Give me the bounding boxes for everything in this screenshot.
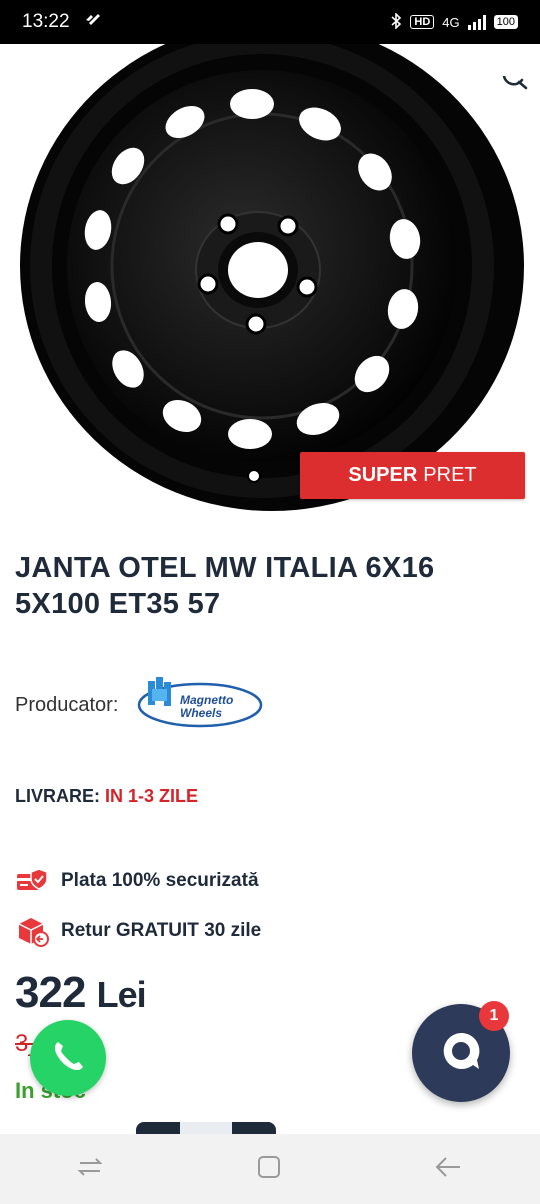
hd-indicator: HD	[410, 15, 435, 29]
price-value: 322	[15, 968, 86, 1017]
chat-bubble-icon	[439, 1029, 483, 1078]
feature-secure-payment: Plata 100% securizată	[15, 864, 259, 898]
whatsapp-button[interactable]	[30, 1020, 106, 1096]
nav-home-icon[interactable]	[256, 1154, 282, 1185]
brand-logo[interactable]: Magnetto Wheels	[136, 676, 264, 735]
app-notification-icon	[84, 11, 102, 33]
battery-indicator: 100	[493, 15, 518, 29]
brand-line2: Wheels	[180, 706, 222, 720]
chat-unread-badge: 1	[479, 1001, 509, 1031]
delivery-value: IN 1-3 ZILE	[105, 786, 199, 806]
producer-label: Producator:	[15, 694, 119, 716]
system-nav-bar	[0, 1134, 540, 1204]
secure-card-icon	[15, 864, 49, 898]
nav-back-icon[interactable]	[434, 1155, 464, 1184]
product-title: JANTA OTEL MW ITALIA 6X16 5X100 ET35 57	[15, 552, 435, 620]
promo-badge: SUPER PRET	[300, 452, 525, 499]
feature-text: Plata 100% securizată	[61, 870, 259, 891]
quantity-value-field[interactable]	[180, 1122, 232, 1134]
status-time: 13:22	[22, 11, 70, 32]
badge-strong-text: SUPER	[348, 464, 418, 486]
feature-text: Retur GRATUIT 30 zile	[61, 920, 262, 941]
producer-row: Producator: Magnetto Wheels	[15, 676, 264, 735]
whatsapp-icon	[46, 1034, 90, 1083]
feature-free-return: Retur GRATUIT 30 zile	[15, 914, 261, 948]
badge-text: PRET	[423, 464, 477, 486]
signal-icon	[467, 14, 486, 30]
brand-line1: Magnetto	[180, 693, 233, 707]
bluetooth-icon	[390, 11, 402, 32]
nav-recent-icon[interactable]	[76, 1155, 104, 1184]
product-image[interactable]	[0, 21, 540, 512]
search-icon[interactable]	[502, 74, 528, 95]
network-type: 4G	[442, 14, 460, 30]
return-box-icon	[15, 914, 49, 948]
current-price: 322 Lei	[15, 968, 147, 1018]
delivery-info: LIVRARE: IN 1-3 ZILE	[15, 786, 198, 807]
delivery-label: LIVRARE:	[15, 786, 100, 806]
price-currency: Lei	[96, 974, 147, 1015]
status-bar: 13:22 HD 4G 100	[0, 0, 540, 44]
quantity-stepper[interactable]	[136, 1122, 276, 1134]
